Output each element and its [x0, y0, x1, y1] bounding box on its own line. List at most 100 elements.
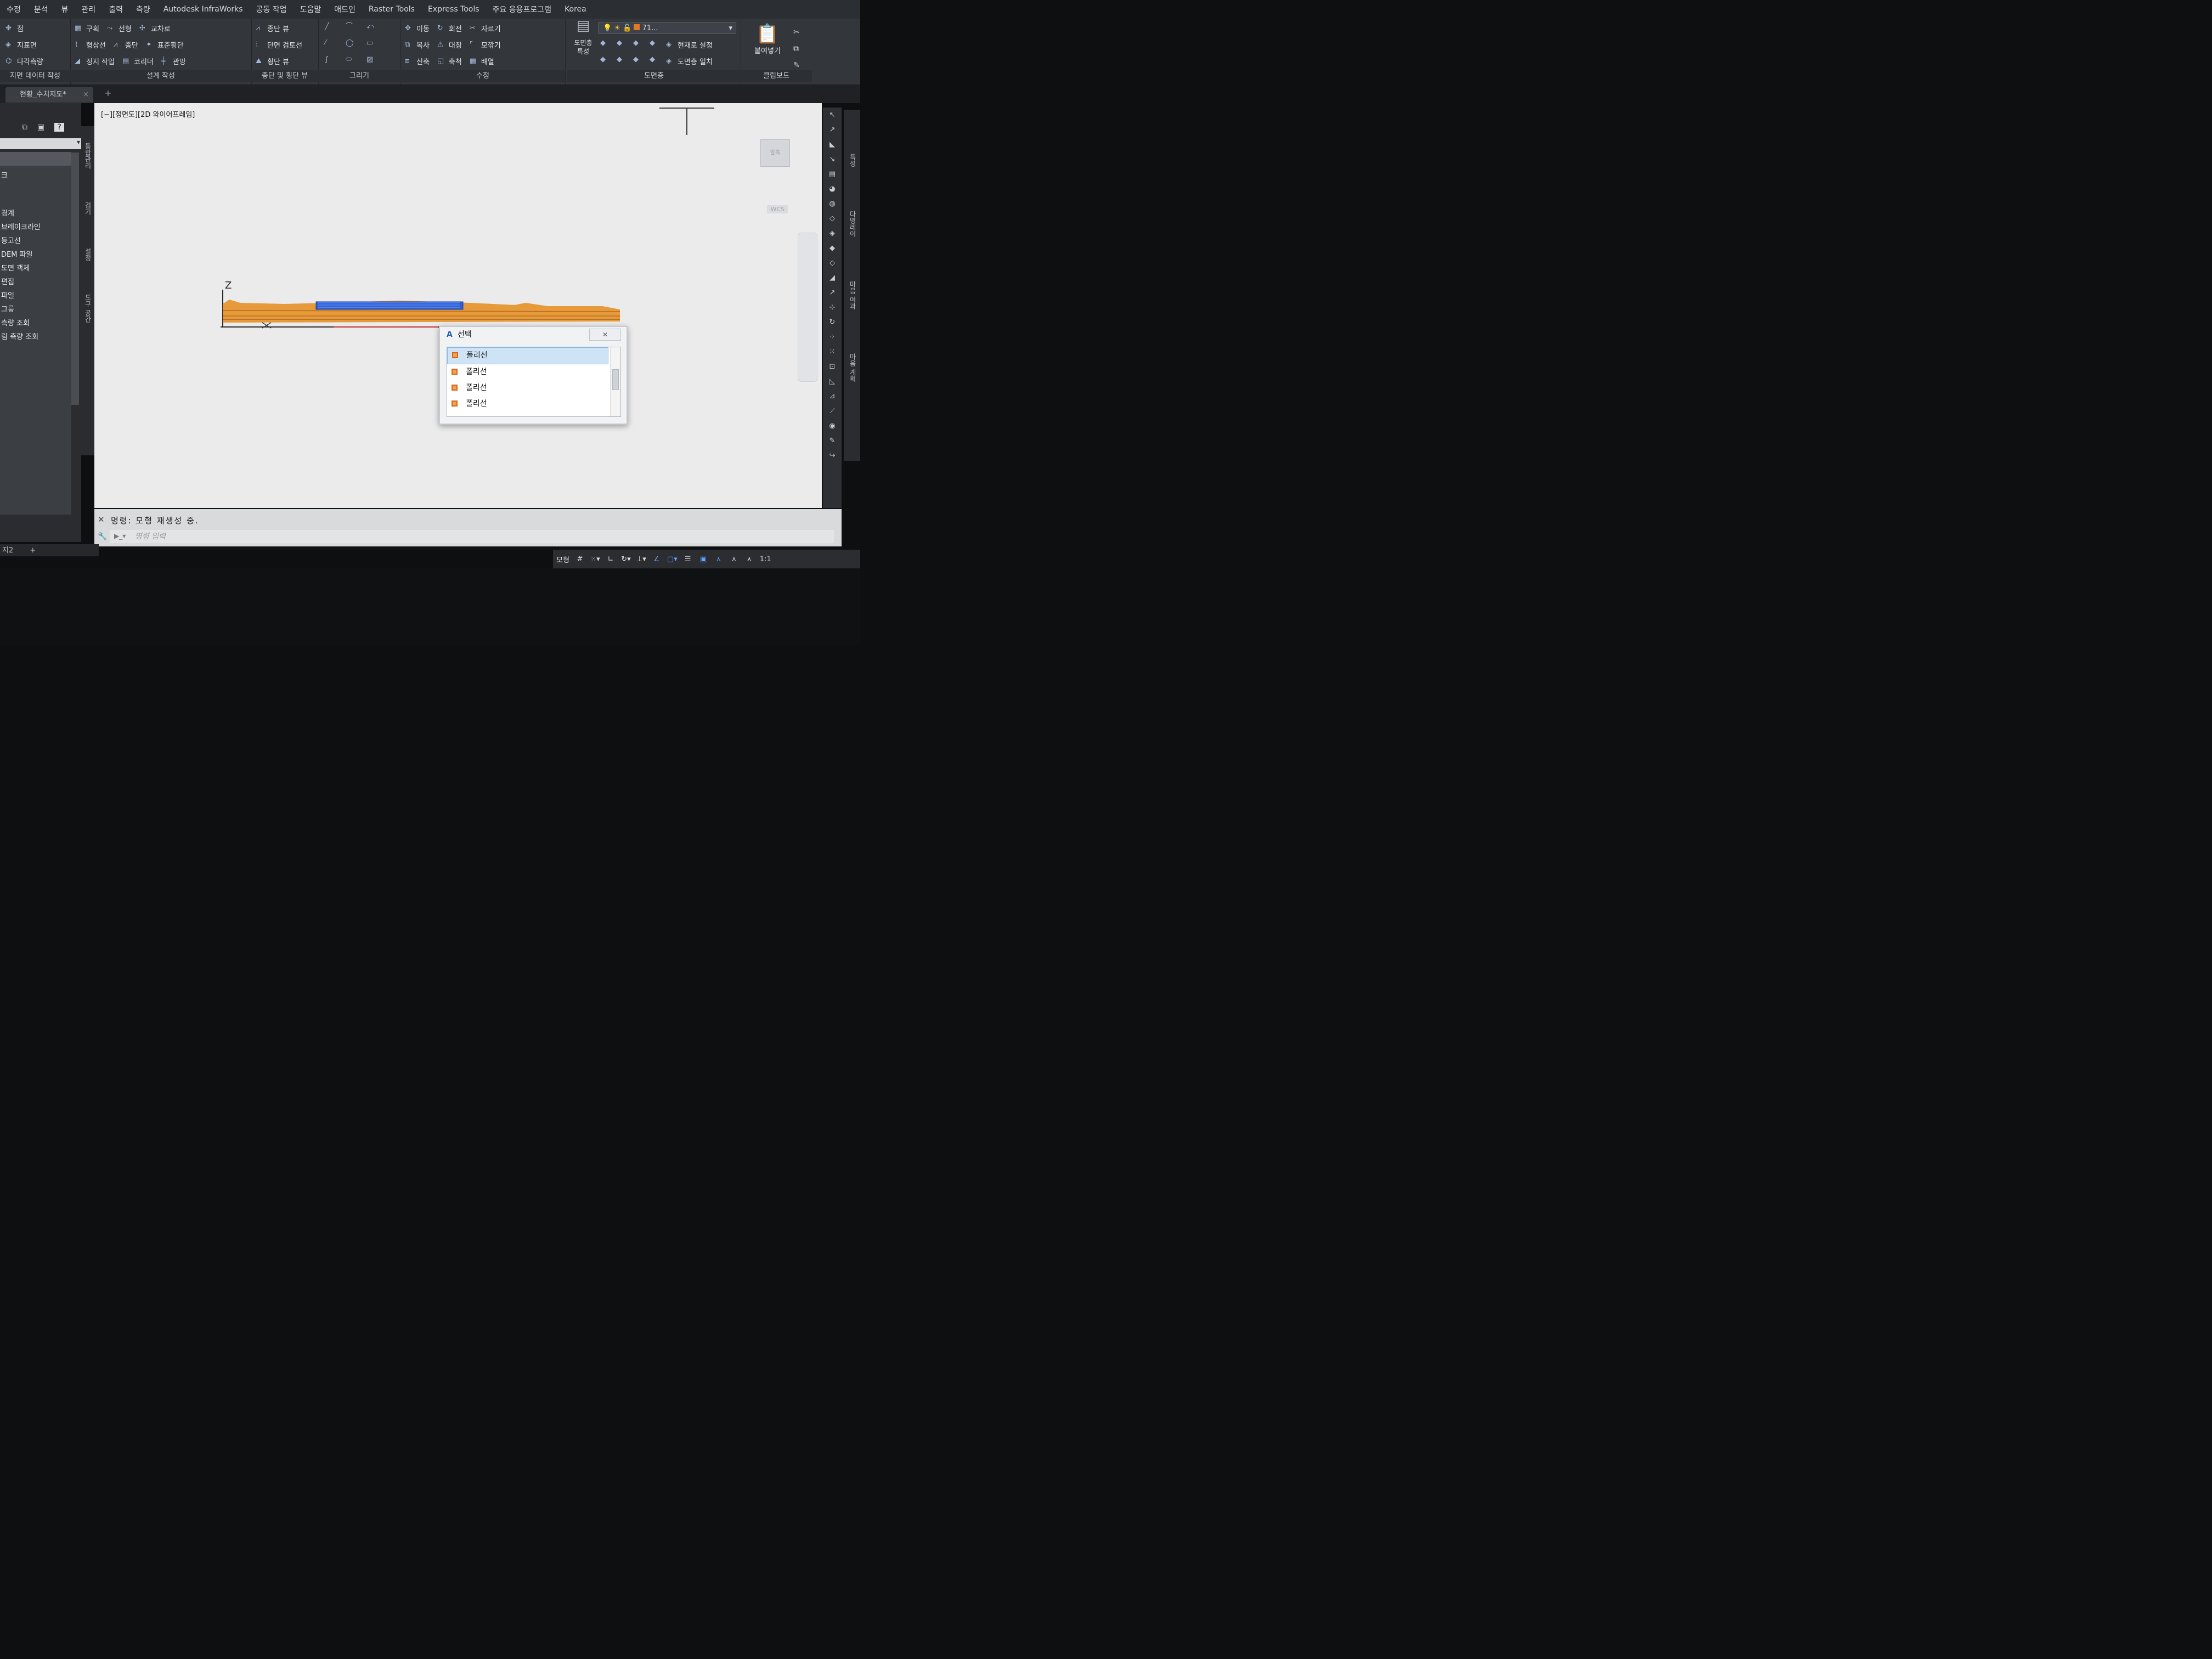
paste-button[interactable]: 📋 붙여넣기: [748, 23, 787, 55]
menu-item[interactable]: 관리: [75, 4, 102, 15]
layer-tool-icon[interactable]: ◆: [650, 40, 658, 47]
menu-item[interactable]: 애드인: [328, 4, 362, 15]
rectangle-icon[interactable]: ▭: [366, 40, 375, 47]
list-item[interactable]: 폴리선: [447, 347, 608, 364]
side-tab[interactable]: 설정: [83, 248, 93, 261]
set-current-button[interactable]: ◈ 현재로 설정: [666, 40, 713, 50]
tool-icon[interactable]: ⊿: [823, 389, 842, 404]
circle-icon[interactable]: ◯: [346, 40, 354, 47]
menu-item[interactable]: 수정: [0, 4, 27, 15]
tree-item[interactable]: DEM 파일: [0, 248, 71, 262]
group-label[interactable]: 그리기: [318, 70, 400, 82]
sample-line-tool[interactable]: ⫶ 단면 검토선: [256, 40, 302, 50]
object-snap-icon[interactable]: ▢▾: [667, 555, 678, 563]
tool-icon[interactable]: ⊹: [823, 300, 842, 315]
menu-item[interactable]: 뷰: [55, 4, 75, 15]
construction-line-icon[interactable]: ⁄: [325, 40, 334, 47]
tool-icon[interactable]: ◇: [823, 211, 842, 226]
layer-tool-icon[interactable]: ◆: [617, 40, 625, 47]
menu-item[interactable]: Korea: [558, 5, 593, 14]
lineweight-icon[interactable]: ☰: [683, 555, 693, 563]
new-tab-button[interactable]: +: [102, 88, 114, 100]
tool-icon[interactable]: ▤: [823, 167, 842, 182]
wcs-menu[interactable]: WCS: [767, 205, 788, 213]
tool-icon[interactable]: ↖: [823, 108, 842, 122]
palette-tool-icon[interactable]: ▣: [37, 123, 44, 132]
command-input[interactable]: 명령 입력: [110, 530, 834, 543]
group-label[interactable]: 지면 데이터 작성: [0, 70, 70, 82]
copy-icon[interactable]: ⧉: [793, 41, 804, 57]
navigation-bar[interactable]: [798, 233, 817, 382]
autoscale-icon[interactable]: ⋏: [729, 555, 739, 563]
tool-icon[interactable]: ◢: [823, 270, 842, 285]
menu-item[interactable]: Raster Tools: [362, 5, 421, 14]
tool-icon[interactable]: ↗: [823, 122, 842, 137]
tool-icon[interactable]: ◉: [823, 419, 842, 433]
group-label[interactable]: 수정: [400, 70, 565, 82]
group-label[interactable]: 설계 작성: [70, 70, 251, 82]
arc-icon[interactable]: ⌒: [346, 23, 354, 31]
help-icon[interactable]: ?: [54, 123, 65, 132]
profile-tool[interactable]: ⩘ 종단: [114, 40, 138, 50]
stretch-tool[interactable]: ⧈ 신축: [405, 56, 430, 66]
tree-item[interactable]: 그룹: [0, 303, 71, 317]
annotation-scale-icon[interactable]: ⋏: [744, 555, 754, 563]
menu-item[interactable]: 공동 작업: [250, 4, 294, 15]
list-scrollbar[interactable]: [610, 347, 620, 416]
tree-item[interactable]: 편집: [0, 275, 71, 289]
ortho-icon[interactable]: ∟: [606, 555, 616, 563]
annotation-visibility-icon[interactable]: ⋏: [714, 555, 724, 563]
polar-icon[interactable]: ↻▾: [621, 555, 631, 563]
list-item[interactable]: 폴리선: [447, 396, 608, 412]
tool-icon[interactable]: ↪: [823, 448, 842, 463]
section-view-tool[interactable]: ⛰ 횡단 뷰: [256, 56, 289, 66]
layer-properties-button[interactable]: ▤ 도면층 특성: [571, 19, 596, 56]
assembly-tool[interactable]: ✦ 표준횡단: [146, 40, 184, 50]
array-tool[interactable]: ▦ 배열: [470, 56, 494, 66]
palette-tool-icon[interactable]: ⧉: [22, 123, 27, 132]
tree-item[interactable]: 등고선: [0, 234, 71, 248]
tree-item[interactable]: 측량 조회: [0, 317, 71, 330]
line-icon[interactable]: ╱: [325, 23, 334, 31]
side-tab[interactable]: 마음 계획: [848, 353, 857, 382]
tool-icon[interactable]: ◇: [823, 256, 842, 270]
tool-icon[interactable]: ◕: [823, 182, 842, 196]
intersection-tool[interactable]: ✣ 교차로: [139, 23, 171, 33]
add-layout-button[interactable]: +: [30, 546, 36, 555]
tool-icon[interactable]: ◍: [823, 196, 842, 211]
fillet-tool[interactable]: ⌜ 모깎기: [470, 40, 501, 50]
pipe-network-tool[interactable]: ╪ 관망: [161, 56, 186, 66]
list-item[interactable]: 폴리선: [447, 380, 608, 396]
model-space-button[interactable]: 모형: [556, 554, 569, 565]
menu-item[interactable]: 측량: [129, 4, 157, 15]
group-label[interactable]: 도면층: [567, 70, 741, 82]
tree-item[interactable]: 림 측량 조회: [0, 330, 71, 344]
traverse-tool[interactable]: ⌬ 다각측량: [5, 56, 43, 66]
close-button[interactable]: ✕: [589, 329, 621, 341]
surface-tool[interactable]: ◈ 지표면: [5, 40, 37, 50]
layer-tool-icon[interactable]: ◆: [600, 40, 609, 47]
featureline-tool[interactable]: ⌇ 형상선: [75, 40, 106, 50]
tool-icon[interactable]: ⁘: [823, 330, 842, 345]
point-tool[interactable]: ✥ 점: [5, 23, 24, 33]
side-tab[interactable]: 특성: [848, 154, 857, 167]
ellipse-icon[interactable]: ⬭: [346, 56, 354, 64]
menu-item[interactable]: 도움말: [294, 4, 328, 15]
menu-item[interactable]: Autodesk InfraWorks: [157, 5, 250, 14]
tree-item[interactable]: 파일: [0, 289, 71, 303]
close-icon[interactable]: ×: [83, 87, 89, 103]
profile-view-tool[interactable]: ⩘ 종단 뷰: [256, 23, 289, 33]
cut-icon[interactable]: ✂: [793, 24, 804, 41]
layer-tool-icon[interactable]: ◆: [650, 56, 658, 64]
side-tab[interactable]: 마음 여과: [848, 281, 857, 309]
hatch-icon[interactable]: ▨: [366, 56, 375, 64]
match-layer-button[interactable]: ◈ 도면층 일치: [666, 56, 713, 66]
palette-scrollbar[interactable]: [71, 153, 79, 405]
grid-icon[interactable]: #: [575, 555, 585, 563]
grading-tool[interactable]: ◢ 정지 작업: [75, 56, 115, 66]
group-label[interactable]: 종단 및 횡단 뷰: [251, 70, 318, 82]
tool-icon[interactable]: ⟋: [823, 404, 842, 419]
wrench-icon[interactable]: 🔧: [98, 532, 107, 541]
isodraft-icon[interactable]: ⊥▾: [636, 555, 646, 563]
tool-icon[interactable]: ⁙: [823, 345, 842, 359]
